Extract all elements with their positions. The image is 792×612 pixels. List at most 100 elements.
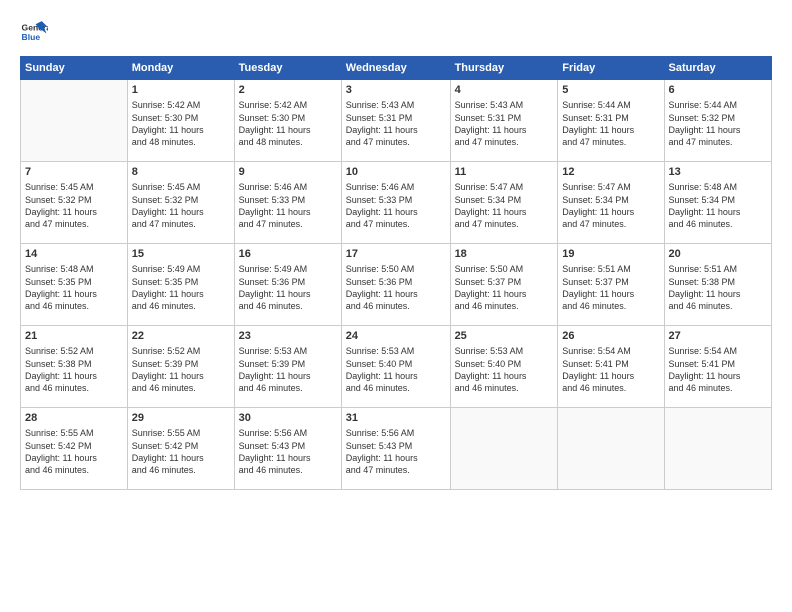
day-number: 6 (669, 83, 767, 98)
day-detail: Sunrise: 5:51 AM Sunset: 5:38 PM Dayligh… (669, 263, 767, 312)
calendar-cell (450, 408, 558, 490)
calendar-cell: 14Sunrise: 5:48 AM Sunset: 5:35 PM Dayli… (21, 244, 128, 326)
calendar-cell: 8Sunrise: 5:45 AM Sunset: 5:32 PM Daylig… (127, 162, 234, 244)
day-number: 7 (25, 165, 123, 180)
day-number: 31 (346, 411, 446, 426)
calendar-cell: 30Sunrise: 5:56 AM Sunset: 5:43 PM Dayli… (234, 408, 341, 490)
day-detail: Sunrise: 5:44 AM Sunset: 5:32 PM Dayligh… (669, 99, 767, 148)
col-header-sunday: Sunday (21, 57, 128, 80)
calendar-cell: 6Sunrise: 5:44 AM Sunset: 5:32 PM Daylig… (664, 80, 771, 162)
day-number: 8 (132, 165, 230, 180)
day-detail: Sunrise: 5:45 AM Sunset: 5:32 PM Dayligh… (132, 181, 230, 230)
calendar-cell: 10Sunrise: 5:46 AM Sunset: 5:33 PM Dayli… (341, 162, 450, 244)
calendar-cell: 18Sunrise: 5:50 AM Sunset: 5:37 PM Dayli… (450, 244, 558, 326)
week-row-2: 14Sunrise: 5:48 AM Sunset: 5:35 PM Dayli… (21, 244, 772, 326)
calendar-cell: 26Sunrise: 5:54 AM Sunset: 5:41 PM Dayli… (558, 326, 664, 408)
calendar-cell: 1Sunrise: 5:42 AM Sunset: 5:30 PM Daylig… (127, 80, 234, 162)
day-detail: Sunrise: 5:50 AM Sunset: 5:37 PM Dayligh… (455, 263, 554, 312)
day-number: 21 (25, 329, 123, 344)
week-row-1: 7 Sunrise: 5:45 AM Sunset: 5:32 PM Daylig… (21, 162, 772, 244)
day-number: 28 (25, 411, 123, 426)
calendar-cell: 13Sunrise: 5:48 AM Sunset: 5:34 PM Dayli… (664, 162, 771, 244)
day-number: 10 (346, 165, 446, 180)
day-detail: Sunrise: 5:43 AM Sunset: 5:31 PM Dayligh… (346, 99, 446, 148)
calendar-cell: 28Sunrise: 5:55 AM Sunset: 5:42 PM Dayli… (21, 408, 128, 490)
day-detail: Sunrise: 5:53 AM Sunset: 5:40 PM Dayligh… (346, 345, 446, 394)
day-detail: Sunrise: 5:51 AM Sunset: 5:37 PM Dayligh… (562, 263, 659, 312)
day-detail: Sunrise: 5:55 AM Sunset: 5:42 PM Dayligh… (132, 427, 230, 476)
day-detail: Sunrise: 5:42 AM Sunset: 5:30 PM Dayligh… (239, 99, 337, 148)
day-detail: Sunrise: 5:54 AM Sunset: 5:41 PM Dayligh… (669, 345, 767, 394)
day-number: 9 (239, 165, 337, 180)
day-detail: Sunrise: 5:48 AM Sunset: 5:34 PM Dayligh… (669, 181, 767, 230)
day-number: 22 (132, 329, 230, 344)
calendar-cell: 16Sunrise: 5:49 AM Sunset: 5:36 PM Dayli… (234, 244, 341, 326)
day-detail: Sunrise: 5:53 AM Sunset: 5:40 PM Dayligh… (455, 345, 554, 394)
calendar-cell: 9Sunrise: 5:46 AM Sunset: 5:33 PM Daylig… (234, 162, 341, 244)
day-detail: Sunrise: 5:50 AM Sunset: 5:36 PM Dayligh… (346, 263, 446, 312)
calendar-cell: 27Sunrise: 5:54 AM Sunset: 5:41 PM Dayli… (664, 326, 771, 408)
calendar-cell: 31Sunrise: 5:56 AM Sunset: 5:43 PM Dayli… (341, 408, 450, 490)
day-detail: Sunrise: 5:49 AM Sunset: 5:36 PM Dayligh… (239, 263, 337, 312)
day-number: 15 (132, 247, 230, 262)
day-number: 19 (562, 247, 659, 262)
day-number: 25 (455, 329, 554, 344)
day-number: 3 (346, 83, 446, 98)
day-number: 27 (669, 329, 767, 344)
calendar-cell: 5Sunrise: 5:44 AM Sunset: 5:31 PM Daylig… (558, 80, 664, 162)
day-detail: Sunrise: 5:56 AM Sunset: 5:43 PM Dayligh… (346, 427, 446, 476)
day-detail: Sunrise: 5:54 AM Sunset: 5:41 PM Dayligh… (562, 345, 659, 394)
calendar-cell: 20Sunrise: 5:51 AM Sunset: 5:38 PM Dayli… (664, 244, 771, 326)
day-number: 1 (132, 83, 230, 98)
calendar-body: 1Sunrise: 5:42 AM Sunset: 5:30 PM Daylig… (21, 80, 772, 490)
col-header-friday: Friday (558, 57, 664, 80)
calendar-cell: 12Sunrise: 5:47 AM Sunset: 5:34 PM Dayli… (558, 162, 664, 244)
logo-icon: General Blue (20, 18, 48, 46)
day-detail: Sunrise: 5:42 AM Sunset: 5:30 PM Dayligh… (132, 99, 230, 148)
calendar-cell (21, 80, 128, 162)
day-number: 29 (132, 411, 230, 426)
calendar-cell: 22Sunrise: 5:52 AM Sunset: 5:39 PM Dayli… (127, 326, 234, 408)
calendar-cell: 17Sunrise: 5:50 AM Sunset: 5:36 PM Dayli… (341, 244, 450, 326)
calendar-cell: 2Sunrise: 5:42 AM Sunset: 5:30 PM Daylig… (234, 80, 341, 162)
day-detail: Sunrise: 5:53 AM Sunset: 5:39 PM Dayligh… (239, 345, 337, 394)
col-header-saturday: Saturday (664, 57, 771, 80)
col-header-monday: Monday (127, 57, 234, 80)
calendar-cell: 25Sunrise: 5:53 AM Sunset: 5:40 PM Dayli… (450, 326, 558, 408)
calendar-cell: 3Sunrise: 5:43 AM Sunset: 5:31 PM Daylig… (341, 80, 450, 162)
calendar-cell: 11Sunrise: 5:47 AM Sunset: 5:34 PM Dayli… (450, 162, 558, 244)
calendar-cell: 29Sunrise: 5:55 AM Sunset: 5:42 PM Dayli… (127, 408, 234, 490)
day-detail: Sunrise: 5:47 AM Sunset: 5:34 PM Dayligh… (455, 181, 554, 230)
calendar-cell: 15Sunrise: 5:49 AM Sunset: 5:35 PM Dayli… (127, 244, 234, 326)
day-number: 2 (239, 83, 337, 98)
col-header-wednesday: Wednesday (341, 57, 450, 80)
week-row-4: 28Sunrise: 5:55 AM Sunset: 5:42 PM Dayli… (21, 408, 772, 490)
day-number: 18 (455, 247, 554, 262)
col-header-tuesday: Tuesday (234, 57, 341, 80)
day-number: 23 (239, 329, 337, 344)
day-number: 26 (562, 329, 659, 344)
day-number: 24 (346, 329, 446, 344)
day-detail: Sunrise: 5:47 AM Sunset: 5:34 PM Dayligh… (562, 181, 659, 230)
calendar-cell: 4Sunrise: 5:43 AM Sunset: 5:31 PM Daylig… (450, 80, 558, 162)
day-number: 16 (239, 247, 337, 262)
logo: General Blue (20, 18, 48, 46)
day-number: 30 (239, 411, 337, 426)
page: General Blue SundayMondayTuesdayWednesda… (0, 0, 792, 612)
day-number: 17 (346, 247, 446, 262)
day-detail: Sunrise: 5:52 AM Sunset: 5:38 PM Dayligh… (25, 345, 123, 394)
day-number: 4 (455, 83, 554, 98)
day-number: 20 (669, 247, 767, 262)
week-row-3: 21Sunrise: 5:52 AM Sunset: 5:38 PM Dayli… (21, 326, 772, 408)
calendar-cell (558, 408, 664, 490)
day-number: 13 (669, 165, 767, 180)
col-header-thursday: Thursday (450, 57, 558, 80)
day-number: 5 (562, 83, 659, 98)
calendar-cell: 7Sunrise: 5:45 AM Sunset: 5:32 PM Daylig… (21, 162, 128, 244)
day-detail: Sunrise: 5:56 AM Sunset: 5:43 PM Dayligh… (239, 427, 337, 476)
day-detail: Sunrise: 5:43 AM Sunset: 5:31 PM Dayligh… (455, 99, 554, 148)
calendar-header-row: SundayMondayTuesdayWednesdayThursdayFrid… (21, 57, 772, 80)
day-detail: Sunrise: 5:55 AM Sunset: 5:42 PM Dayligh… (25, 427, 123, 476)
header: General Blue (20, 18, 772, 46)
svg-text:Blue: Blue (22, 32, 41, 42)
